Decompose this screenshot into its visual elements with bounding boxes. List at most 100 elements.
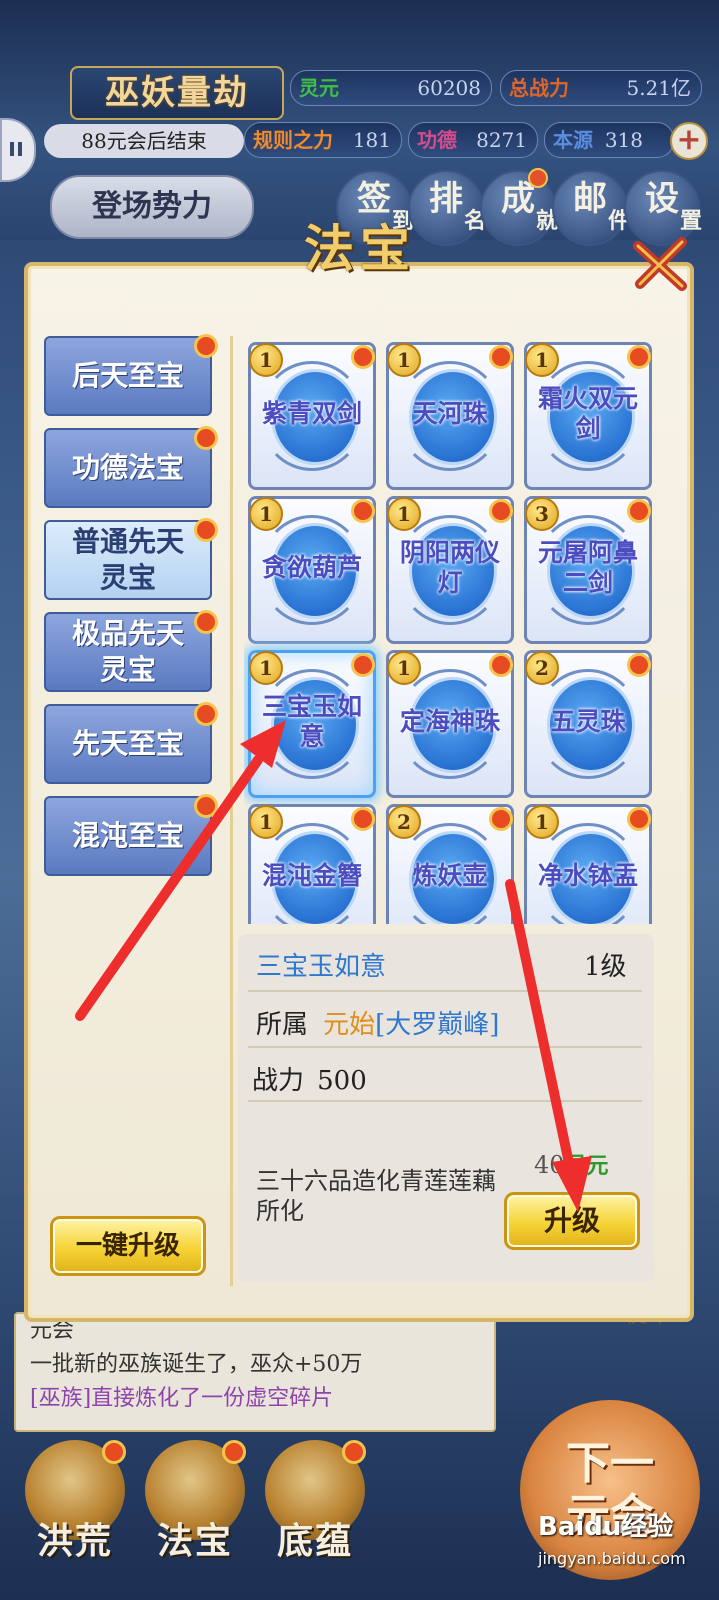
notification-dot [489, 807, 513, 831]
detail-power: 战力 500 [252, 1066, 367, 1096]
notification-dot [627, 807, 651, 831]
treasure-name: 天河珠 [412, 399, 488, 428]
stat-total-power: 总战力 5.21亿 [500, 70, 702, 106]
category-tab-gongde[interactable]: 功德法宝 [44, 428, 212, 508]
notification-dot [489, 345, 513, 369]
treasure-card[interactable]: 贪欲葫芦 1 [248, 496, 376, 644]
treasure-level-badge: 1 [249, 497, 283, 531]
treasure-card[interactable]: 五灵珠 2 [524, 650, 652, 798]
stat-value: 5.21亿 [626, 76, 691, 100]
stat-value: 8271 [476, 128, 527, 152]
notification-dot [489, 653, 513, 677]
log-line: 一批新的巫族诞生了，巫众+50万 [30, 1352, 363, 1377]
watermark-brand: Baidu经验 [538, 1512, 674, 1542]
nav-fabao[interactable]: 法宝 [140, 1440, 250, 1580]
notification-dot [489, 499, 513, 523]
notification-dot [194, 334, 218, 358]
treasure-name: 炼妖壶 [412, 861, 488, 890]
treasure-level-badge: 1 [249, 343, 283, 377]
treasure-name: 定海神珠 [399, 707, 500, 736]
treasure-card[interactable]: 阴阳两仪灯 1 [386, 496, 514, 644]
notification-dot [351, 499, 375, 523]
stat-label: 总战力 [509, 76, 569, 100]
notification-dot [627, 499, 651, 523]
upgrade-button[interactable]: 升级 [504, 1192, 640, 1250]
stat-label: 本源 [553, 128, 593, 152]
treasure-card[interactable]: 霜火双元剑 1 [524, 342, 652, 490]
treasure-card[interactable]: 定海神珠 1 [386, 650, 514, 798]
treasure-card[interactable]: 紫青双剑 1 [248, 342, 376, 490]
notification-dot [194, 518, 218, 542]
notification-dot [194, 702, 218, 726]
treasure-level-badge: 1 [387, 651, 421, 685]
belong-owner: 元始 [323, 1010, 376, 1040]
treasure-level-badge: 3 [525, 497, 559, 531]
mail-button[interactable]: 邮件 [552, 170, 630, 246]
treasure-name: 紫青双剑 [261, 399, 362, 428]
treasure-level-badge: 1 [525, 805, 559, 839]
treasure-card[interactable]: 炼妖壶 2 [386, 804, 514, 924]
treasure-level-badge: 2 [387, 805, 421, 839]
treasure-name: 三宝玉如意 [261, 692, 362, 751]
event-title: 巫妖量劫 [70, 66, 284, 120]
notification-dot [351, 653, 375, 677]
close-icon[interactable] [628, 232, 692, 296]
category-tab-jipin-xiantian[interactable]: 极品先天灵宝 [44, 612, 212, 692]
treasure-level-badge: 1 [387, 343, 421, 377]
log-line: [巫族]直接炼化了一份虚空碎片 [30, 1386, 334, 1411]
stat-lingyuan: 灵元 60208 [290, 70, 492, 106]
category-tab-xiantian-zhibao[interactable]: 先天至宝 [44, 704, 212, 784]
notification-dot [627, 653, 651, 677]
treasure-name: 霜火双元剑 [537, 384, 638, 443]
detail-belong: 所属 元始[大罗巅峰] [256, 1010, 500, 1040]
achievement-button[interactable]: 成就 [480, 168, 558, 246]
stat-label: 规则之力 [253, 128, 333, 152]
baidu-watermark: Baidu经验 jingyan.baidu.com [538, 1506, 708, 1586]
divider [248, 1046, 642, 1048]
notification-dot [194, 610, 218, 634]
notification-dot [194, 794, 218, 818]
treasure-card[interactable]: 三宝玉如意 1 [248, 650, 376, 798]
notification-dot [627, 345, 651, 369]
treasure-level-badge: 1 [387, 497, 421, 531]
treasure-level-badge: 1 [525, 343, 559, 377]
stat-origin: 本源 318 [544, 122, 674, 158]
end-countdown: 88元会后结束 [44, 124, 244, 158]
stat-value: 60208 [417, 76, 481, 100]
panel-divider [230, 336, 233, 1286]
treasure-card[interactable]: 净水钵盂 1 [524, 804, 652, 924]
treasure-name: 混沌金簪 [261, 861, 362, 890]
upgrade-cost: 40灵元 [534, 1151, 609, 1179]
detail-level: 1级 [584, 952, 627, 982]
notification-dot [351, 807, 375, 831]
treasure-card[interactable]: 混沌金簪 1 [248, 804, 376, 924]
one-click-upgrade-button[interactable]: 一键升级 [50, 1216, 206, 1276]
treasure-name: 贪欲葫芦 [261, 553, 362, 582]
treasure-card[interactable]: 元屠阿鼻二剑 3 [524, 496, 652, 644]
treasure-level-badge: 2 [525, 651, 559, 685]
notification-dot [351, 345, 375, 369]
detail-description: 三十六品造化青莲莲藕所化 [256, 1167, 496, 1225]
category-tab-houtian[interactable]: 后天至宝 [44, 336, 212, 416]
stat-label: 功德 [417, 128, 457, 152]
treasure-name: 阴阳两仪灯 [399, 538, 500, 597]
notification-dot [528, 168, 548, 188]
nav-diyun[interactable]: 底蕴 [260, 1440, 370, 1580]
notification-dot [342, 1440, 366, 1464]
stat-value: 181 [352, 128, 391, 152]
treasure-level-badge: 1 [249, 651, 283, 685]
treasure-grid: 紫青双剑 1 天河珠 1 霜火双元剑 1 贪欲葫芦 1 阴阳两仪灯 1 元屠阿鼻二剑 3 三宝玉如意 1 定… [244, 336, 656, 924]
notification-dot [102, 1440, 126, 1464]
nav-honghuang[interactable]: 洪荒 [20, 1440, 130, 1580]
add-resource-icon[interactable]: + [670, 122, 708, 160]
treasure-card[interactable]: 天河珠 1 [386, 342, 514, 490]
detail-name: 三宝玉如意 [256, 952, 387, 982]
faction-button[interactable]: 登场势力 [50, 175, 254, 239]
treasure-name: 五灵珠 [550, 707, 626, 736]
treasure-name: 元屠阿鼻二剑 [537, 538, 638, 597]
category-tab-putong-xiantian[interactable]: 普通先天灵宝 [44, 520, 212, 600]
category-tab-hundun[interactable]: 混沌至宝 [44, 796, 212, 876]
treasure-name: 净水钵盂 [537, 861, 638, 890]
treasure-level-badge: 1 [249, 805, 283, 839]
divider [248, 1100, 642, 1102]
